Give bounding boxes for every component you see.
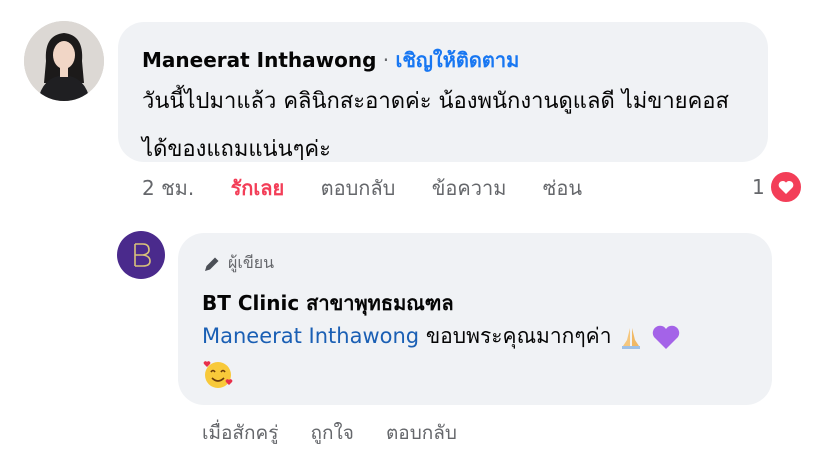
clinic-avatar[interactable] [117, 231, 165, 279]
commenter-avatar[interactable] [24, 21, 104, 101]
hide-button[interactable]: ซ่อน [543, 176, 582, 200]
reply-reply-button[interactable]: ตอบกลับ [386, 422, 457, 444]
reply-actions: เมื่อสักครู่ ถูกใจ ตอบกลับ [202, 418, 483, 448]
folded-hands-icon [622, 328, 641, 349]
purple-heart-icon [652, 325, 680, 349]
reply-timestamp[interactable]: เมื่อสักครู่ [202, 422, 278, 444]
reply-bubble: ผู้เขียน BT Clinic สาขาพุทธมณฑล Maneerat… [178, 233, 772, 405]
follow-link[interactable]: เชิญให้ติดตาม [395, 48, 519, 72]
message-button[interactable]: ข้อความ [432, 176, 507, 200]
separator-dot: · [382, 48, 390, 72]
smiling-face-with-hearts-icon [203, 361, 233, 388]
comment-bubble: Maneerat Inthawong · เชิญให้ติดตาม วันนี… [118, 22, 768, 162]
reply-author[interactable]: BT Clinic สาขาพุทธมณฑล [202, 287, 454, 319]
reaction-count: 1 [752, 175, 765, 199]
reply-message: ขอบพระคุณมากๆค่า [419, 324, 612, 348]
author-badge: ผู้เขียน [202, 251, 274, 276]
author-badge-label: ผู้เขียน [228, 253, 275, 272]
profile-photo [24, 21, 104, 101]
comment-text: วันนี้ไปมาแล้ว คลินิกสะอาดค่ะ น้องพนักงา… [142, 89, 729, 162]
reaction-summary[interactable]: 1 [752, 170, 803, 204]
comment-author[interactable]: Maneerat Inthawong [142, 48, 376, 72]
comment-header: Maneerat Inthawong · เชิญให้ติดตาม [142, 44, 519, 76]
clinic-logo-icon [134, 243, 151, 267]
love-button[interactable]: รักเลย [231, 176, 285, 200]
reply-text: Maneerat Inthawong ขอบพระคุณมากๆค่า [202, 317, 762, 393]
like-button[interactable]: ถูกใจ [311, 422, 354, 444]
pen-icon [205, 257, 219, 271]
mention-link[interactable]: Maneerat Inthawong [202, 324, 419, 348]
heart-icon [768, 170, 803, 204]
reply-button[interactable]: ตอบกลับ [321, 176, 396, 200]
comment-timestamp[interactable]: 2 ชม. [142, 176, 194, 200]
comment-actions: 2 ชม. รักเลย ตอบกลับ ข้อความ ซ่อน [142, 172, 612, 204]
